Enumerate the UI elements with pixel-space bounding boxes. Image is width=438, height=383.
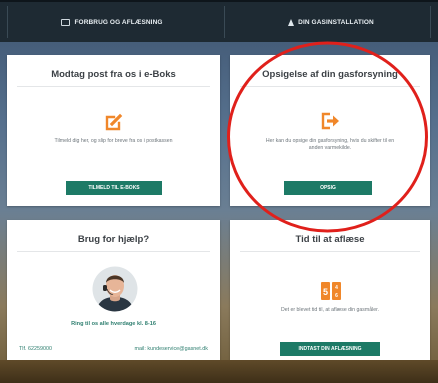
sign-out-icon xyxy=(321,112,339,130)
nav-din-gasinstallation[interactable]: DIN GASINSTALLATION xyxy=(224,2,438,42)
edit-icon xyxy=(105,113,123,131)
card-title: Brug for hjælp? xyxy=(77,234,150,245)
enter-reading-button[interactable]: INDTAST DIN AFLÆSNING xyxy=(280,342,380,356)
svg-text:4: 4 xyxy=(335,285,338,291)
opsigelse-card: Opsigelse af din gasforsyning Her kan du… xyxy=(230,55,430,206)
svg-text:5: 5 xyxy=(323,287,328,297)
opsig-button[interactable]: OPSIG xyxy=(284,181,372,195)
divider xyxy=(240,251,420,252)
card-description: Tilmeld dig her, og slip for breve fra o… xyxy=(54,138,173,144)
card-title: Tid til at aflæse xyxy=(295,234,365,245)
card-description: Her kan du opsige din gasforsyning, hvis… xyxy=(230,138,430,152)
top-navigation: FORBRUG OG AFLÆSNING DIN GASINSTALLATION xyxy=(0,0,438,42)
phone-link[interactable]: Tlf. 62259000 xyxy=(19,346,52,352)
help-hours-text: Ring til os alle hverdage kl. 8-16 xyxy=(71,321,156,327)
divider xyxy=(17,251,210,252)
svg-text:6: 6 xyxy=(335,293,338,299)
nav-label: DIN GASINSTALLATION xyxy=(298,18,374,26)
nav-divider xyxy=(430,6,431,38)
card-title: Modtag post fra os i e-Boks xyxy=(51,69,176,80)
reading-card: Tid til at aflæse 5 4 6 Det er blevet ti… xyxy=(230,220,430,362)
nav-label: FORBRUG OG AFLÆSNING xyxy=(74,18,163,26)
card-title: Opsigelse af din gasforsyning xyxy=(262,69,398,80)
nav-forbrug-og-aflaesning[interactable]: FORBRUG OG AFLÆSNING xyxy=(0,2,224,42)
divider xyxy=(240,86,420,87)
divider xyxy=(17,86,210,87)
help-card: Brug for hjælp? Ring til os alle hverdag… xyxy=(7,220,220,362)
card-description: Det er blevet tid til, at aflæse din gas… xyxy=(280,307,380,313)
flame-icon xyxy=(288,18,295,26)
background-field xyxy=(0,360,438,383)
eboks-signup-button[interactable]: TILMELD TIL E-BOKS xyxy=(66,181,162,195)
eboks-card: Modtag post fra os i e-Boks Tilmeld dig … xyxy=(7,55,220,206)
description-line: anden varmekilde. xyxy=(308,145,352,151)
meter-icon: 5 4 6 xyxy=(321,282,341,300)
email-link[interactable]: mail: kundeservice@gasnet.dk xyxy=(135,346,209,352)
support-person-avatar xyxy=(92,266,138,312)
description-line: Her kan du opsige din gasforsyning, hvis… xyxy=(265,138,395,144)
document-icon xyxy=(61,18,71,26)
